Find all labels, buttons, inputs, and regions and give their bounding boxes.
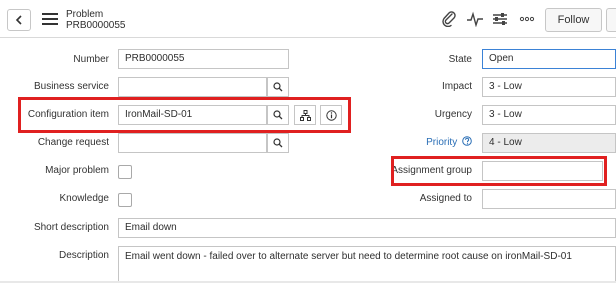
preview-record-button[interactable] [320,105,342,125]
short-description-label: Short description [33,222,109,233]
configuration-item-field[interactable]: IronMail-SD-01 [118,105,267,125]
state-label: State [448,54,472,65]
description-textarea[interactable]: Email went down - failed over to alterna… [118,246,616,282]
more-icon[interactable] [518,11,536,27]
form-header: Problem PRB0000055 Follow [0,0,616,38]
assignment-group-field[interactable] [482,161,603,181]
attachment-icon[interactable] [440,11,458,27]
configuration-item-label: Configuration item [27,109,109,120]
business-service-lookup-button[interactable] [267,77,289,97]
change-request-label: Change request [37,137,109,148]
assigned-to-field[interactable] [482,189,616,209]
major-problem-label: Major problem [45,165,109,176]
settings-icon[interactable] [491,11,509,27]
configuration-item-lookup-button[interactable] [267,105,289,125]
dependency-map-button[interactable] [294,105,316,125]
help-icon[interactable] [462,136,472,146]
menu-icon[interactable] [42,13,58,25]
knowledge-label: Knowledge [59,193,109,204]
impact-select[interactable]: 3 - Low [482,77,616,97]
major-problem-checkbox[interactable] [118,165,132,179]
description-label: Description [58,250,109,261]
record-number: PRB0000055 [66,20,126,31]
priority-label-text: Priority [426,137,458,148]
record-type: Problem [66,9,104,20]
search-icon [273,82,283,92]
info-icon [325,109,337,121]
activity-icon[interactable] [466,11,484,27]
priority-label[interactable]: Priority [426,136,472,150]
hierarchy-icon [299,109,311,121]
back-icon [15,15,22,25]
urgency-select[interactable]: 3 - Low [482,105,616,125]
priority-field: 4 - Low [482,133,616,153]
urgency-label: Urgency [434,109,472,120]
assigned-to-label: Assigned to [419,193,472,204]
change-request-field[interactable] [118,133,267,153]
state-select[interactable]: Open [482,49,616,69]
follow-dropdown-button[interactable] [606,8,616,32]
search-icon [273,110,283,120]
business-service-field[interactable] [118,77,267,97]
short-description-field[interactable]: Email down [118,218,616,238]
knowledge-checkbox[interactable] [118,193,132,207]
number-field[interactable]: PRB0000055 [118,49,289,69]
assignment-group-label: Assignment group [391,165,472,176]
business-service-label: Business service [33,81,109,92]
change-request-lookup-button[interactable] [267,133,289,153]
back-button[interactable] [7,9,31,31]
number-label: Number [73,54,109,65]
follow-button[interactable]: Follow [545,8,602,32]
search-icon [273,138,283,148]
impact-label: Impact [441,81,472,92]
